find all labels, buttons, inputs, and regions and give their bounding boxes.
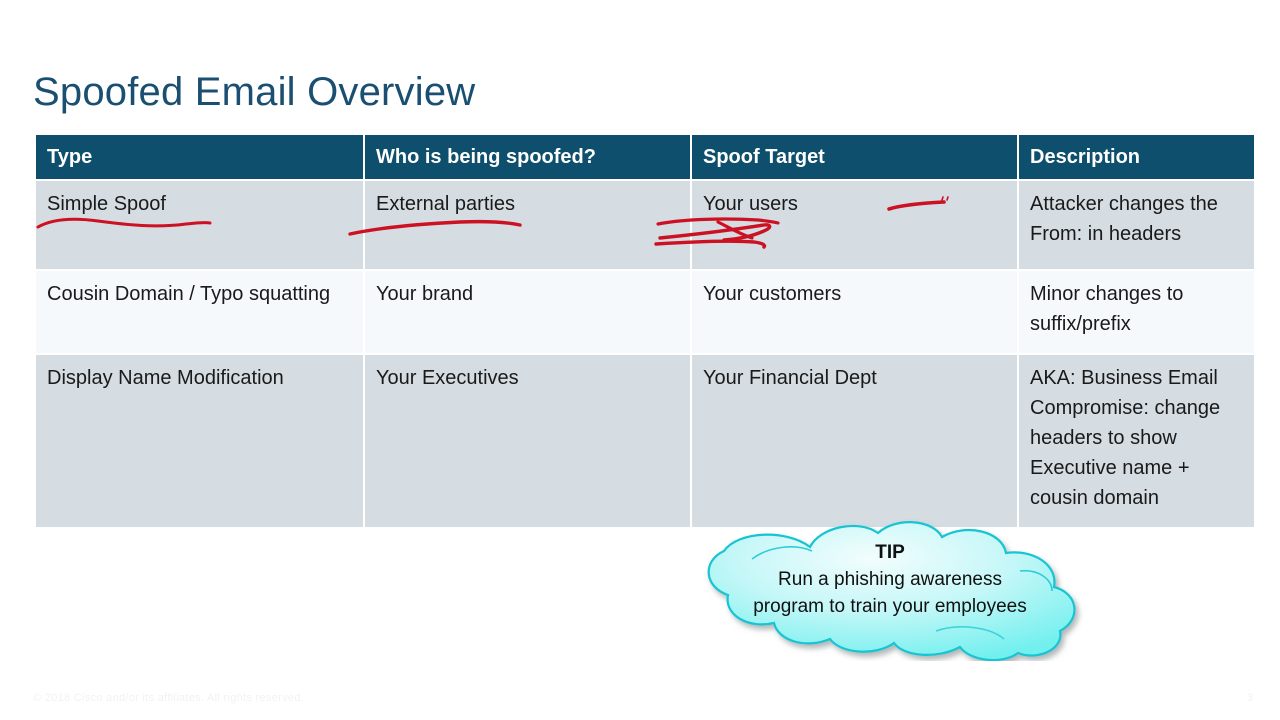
cell-spoof-target: Your customers bbox=[692, 271, 1017, 353]
page-title: Spoofed Email Overview bbox=[33, 70, 476, 114]
table-row: Cousin Domain / Typo squatting Your bran… bbox=[36, 271, 1254, 353]
cell-description: AKA: Business Email Compromise: change h… bbox=[1019, 355, 1254, 527]
cell-type: Cousin Domain / Typo squatting bbox=[36, 271, 363, 353]
cell-who: External parties bbox=[365, 181, 690, 269]
column-header-spoof-target: Spoof Target bbox=[692, 135, 1017, 179]
column-header-who: Who is being spoofed? bbox=[365, 135, 690, 179]
table-row: Simple Spoof External parties Your users… bbox=[36, 181, 1254, 269]
cell-type: Simple Spoof bbox=[36, 181, 363, 269]
table-row: Display Name Modification Your Executive… bbox=[36, 355, 1254, 527]
table-header-row: Type Who is being spoofed? Spoof Target … bbox=[36, 135, 1254, 179]
cell-type: Display Name Modification bbox=[36, 355, 363, 527]
tip-callout-text: TIP Run a phishing awareness program to … bbox=[690, 539, 1090, 620]
tip-heading: TIP bbox=[875, 542, 905, 563]
column-header-description: Description bbox=[1019, 135, 1254, 179]
spoof-overview-table: Type Who is being spoofed? Spoof Target … bbox=[34, 133, 1256, 529]
cell-who: Your Executives bbox=[365, 355, 690, 527]
footer-page-number: 3 bbox=[1246, 692, 1253, 704]
footer-copyright: © 2018 Cisco and/or its affiliates. All … bbox=[33, 692, 305, 704]
cell-description: Attacker changes the From: in headers bbox=[1019, 181, 1254, 269]
cell-spoof-target: Your Financial Dept bbox=[692, 355, 1017, 527]
cell-who: Your brand bbox=[365, 271, 690, 353]
cell-spoof-target: Your users bbox=[692, 181, 1017, 269]
tip-body: Run a phishing awareness program to trai… bbox=[753, 569, 1027, 617]
tip-callout: TIP Run a phishing awareness program to … bbox=[690, 519, 1090, 661]
column-header-type: Type bbox=[36, 135, 363, 179]
cell-description: Minor changes to suffix/prefix bbox=[1019, 271, 1254, 353]
